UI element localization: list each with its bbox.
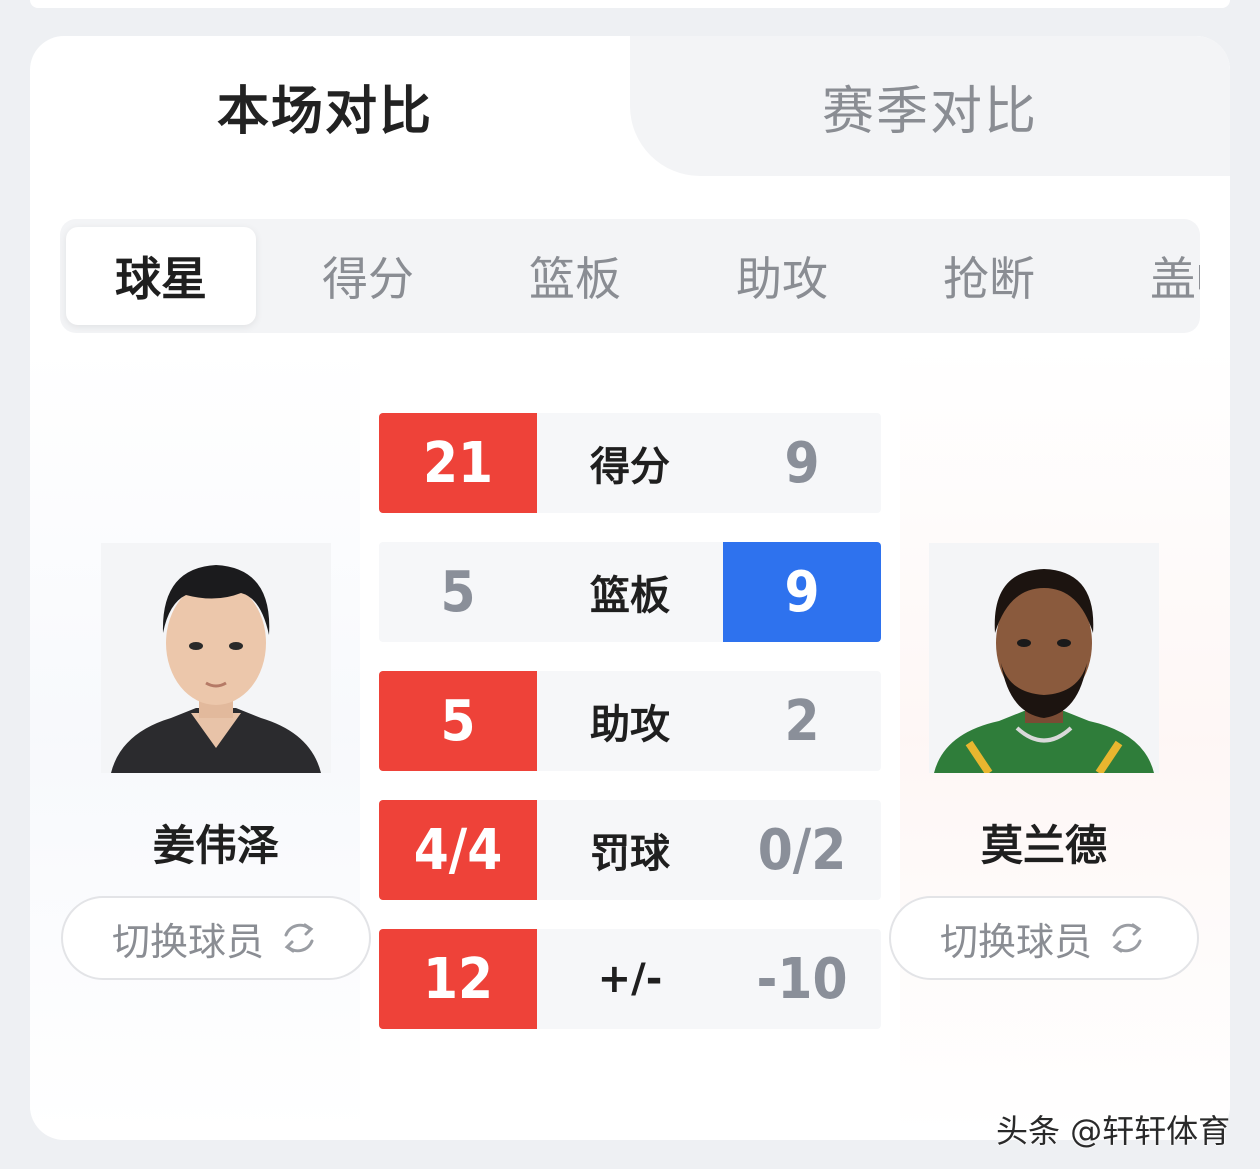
switch-player-label: 切换球员 — [939, 919, 1092, 964]
refresh-icon — [1112, 923, 1142, 953]
sub-tab-steals[interactable]: 抢断 — [894, 227, 1084, 325]
stat-label: +/- — [537, 929, 723, 1029]
refresh-icon — [284, 923, 314, 953]
player-avatar-icon — [929, 543, 1159, 773]
tab-this-game[interactable]: 本场对比 — [30, 36, 630, 176]
previous-card-edge — [30, 0, 1230, 8]
main-tabs: 本场对比 赛季对比 — [30, 36, 1230, 176]
stat-left-value: 4/4 — [379, 800, 537, 900]
stat-row-free-throws: 4/4 罚球 0/2 — [379, 800, 881, 900]
stat-right-value: 9 — [723, 542, 881, 642]
comparison-card: 本场对比 赛季对比 球星 得分 篮板 助攻 抢断 盖帽 姜伟泽 切换球员 — [30, 36, 1230, 1140]
sub-tab-rebounds[interactable]: 篮板 — [480, 227, 670, 325]
watermark: 头条 @轩轩体育 — [996, 1112, 1231, 1150]
stat-label: 罚球 — [537, 800, 723, 900]
stat-left-value: 5 — [379, 671, 537, 771]
sub-tab-stars[interactable]: 球星 — [66, 227, 256, 325]
sub-tabs: 球星 得分 篮板 助攻 抢断 盖帽 — [60, 219, 1200, 333]
stat-right-value: -10 — [723, 929, 881, 1029]
stat-row-rebounds: 5 篮板 9 — [379, 542, 881, 642]
right-switch-player-button[interactable]: 切换球员 — [889, 896, 1199, 980]
stat-right-value: 2 — [723, 671, 881, 771]
sub-tab-assists[interactable]: 助攻 — [687, 227, 877, 325]
sub-tab-points[interactable]: 得分 — [273, 227, 463, 325]
stat-right-value: 0/2 — [723, 800, 881, 900]
stat-label: 得分 — [537, 413, 723, 513]
stat-label: 助攻 — [537, 671, 723, 771]
right-player-name: 莫兰德 — [980, 821, 1107, 870]
player-avatar-icon — [101, 543, 331, 773]
stat-row-plus-minus: 12 +/- -10 — [379, 929, 881, 1029]
stat-left-value: 12 — [379, 929, 537, 1029]
tab-season[interactable]: 赛季对比 — [630, 36, 1230, 176]
left-player-photo[interactable] — [101, 543, 331, 773]
stat-left-value: 5 — [379, 542, 537, 642]
stat-left-value: 21 — [379, 413, 537, 513]
switch-player-label: 切换球员 — [111, 919, 264, 964]
sub-tab-blocks[interactable]: 盖帽 — [1101, 227, 1200, 325]
stat-row-points: 21 得分 9 — [379, 413, 881, 513]
stat-row-assists: 5 助攻 2 — [379, 671, 881, 771]
left-player-name: 姜伟泽 — [152, 821, 279, 870]
stat-right-value: 9 — [723, 413, 881, 513]
stat-label: 篮板 — [537, 542, 723, 642]
right-player-photo[interactable] — [929, 543, 1159, 773]
left-switch-player-button[interactable]: 切换球员 — [61, 896, 371, 980]
